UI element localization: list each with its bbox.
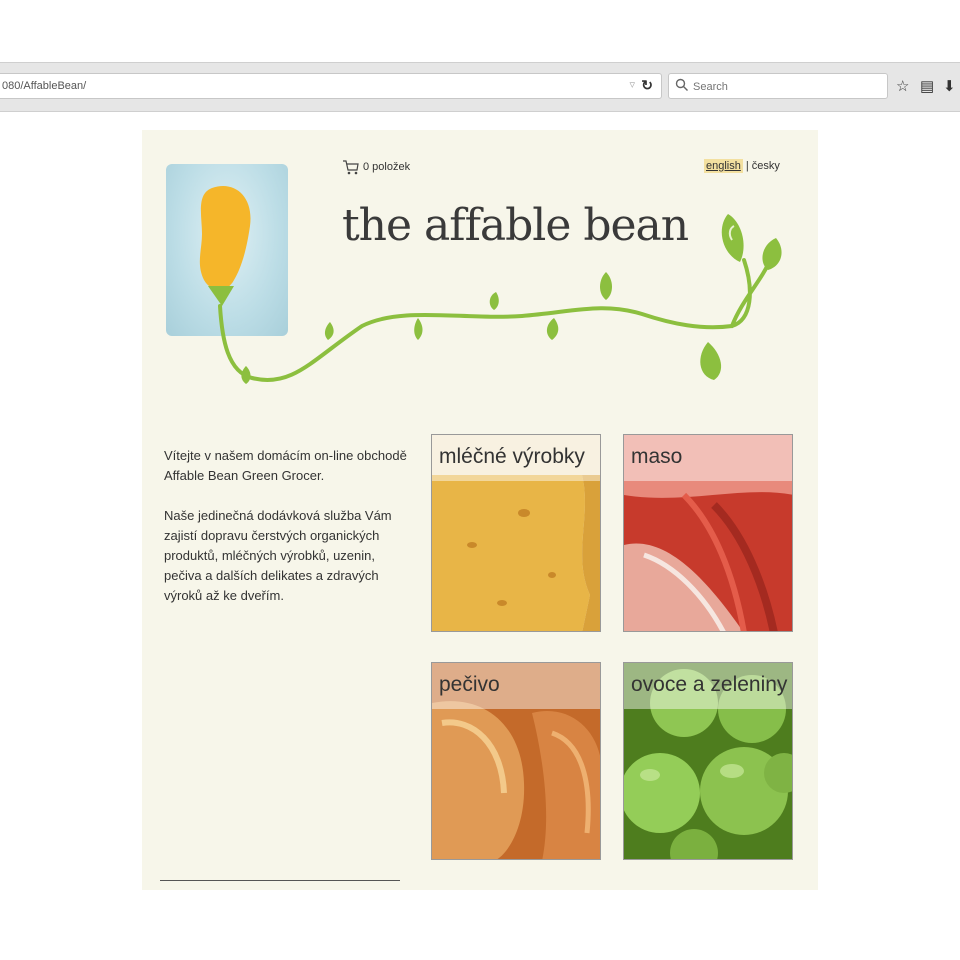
- category-dairy[interactable]: mléčné výrobky: [431, 434, 601, 632]
- language-english-link[interactable]: english: [704, 159, 743, 173]
- cart-icon: [343, 160, 359, 175]
- footer-divider: [160, 880, 400, 881]
- category-fruit-vegetables[interactable]: ovoce a zeleniny: [623, 662, 793, 860]
- address-bar[interactable]: 080/AffableBean/ ▿ ↻: [0, 73, 662, 99]
- bottom-blank: [0, 890, 960, 960]
- language-czech-link[interactable]: česky: [752, 160, 780, 172]
- reload-icon[interactable]: ↻: [641, 77, 653, 94]
- category-label[interactable]: ovoce a zeleniny: [624, 663, 792, 709]
- category-label[interactable]: pečivo: [432, 663, 600, 709]
- download-icon[interactable]: ⬇: [943, 79, 956, 94]
- search-icon: [675, 78, 688, 91]
- cart-count[interactable]: 0 položek: [363, 161, 410, 173]
- search-box[interactable]: [668, 73, 888, 99]
- shopping-cart[interactable]: 0 položek: [342, 158, 410, 176]
- dropdown-arrow-icon[interactable]: ▿: [629, 78, 635, 91]
- welcome-paragraph-1: Vítejte v našem domácím on-line obchodě …: [164, 448, 407, 483]
- site-title[interactable]: the affable bean: [342, 200, 689, 251]
- welcome-text: Vítejte v našem domácím on-line obchodě …: [164, 446, 416, 626]
- category-label[interactable]: maso: [624, 435, 792, 481]
- browser-toolbar: 080/AffableBean/ ▿ ↻ ☆ ▤ ⬇: [0, 62, 960, 112]
- bookmark-star-icon[interactable]: ☆: [896, 79, 909, 94]
- webpage: 0 položek english | česky the affable bean…: [142, 130, 818, 890]
- category-label[interactable]: mléčné výrobky: [432, 435, 600, 481]
- language-switcher: english | česky: [704, 159, 780, 173]
- category-meat[interactable]: maso: [623, 434, 793, 632]
- welcome-paragraph-2: Naše jedinečná dodávková služba Vám zaji…: [164, 508, 392, 603]
- category-bakery[interactable]: pečivo: [431, 662, 601, 860]
- search-input[interactable]: [691, 77, 885, 97]
- address-text[interactable]: 080/AffableBean/: [2, 80, 86, 92]
- clipboard-icon[interactable]: ▤: [920, 79, 934, 94]
- language-separator: |: [745, 160, 749, 172]
